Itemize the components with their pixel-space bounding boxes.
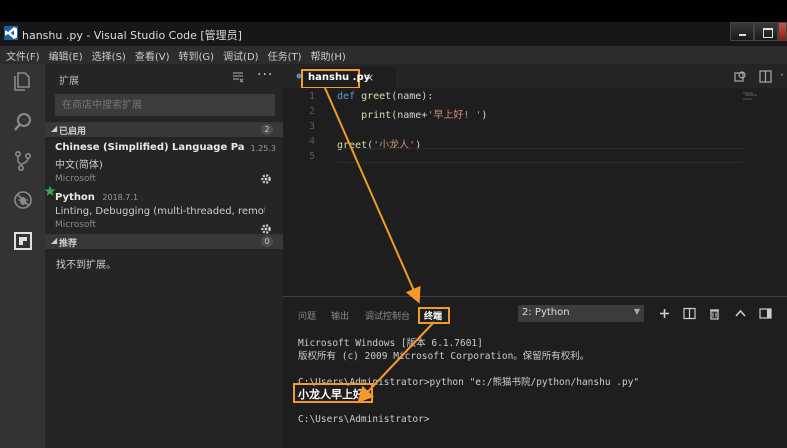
split-editor-icon[interactable]: [759, 70, 772, 83]
maximize-button[interactable]: [754, 22, 778, 41]
menu-help[interactable]: 帮助(H): [311, 48, 346, 63]
line-number: 2: [308, 106, 315, 117]
gear-icon[interactable]: [260, 173, 272, 185]
editor-more-icon[interactable]: ·: [780, 68, 784, 82]
search-icon[interactable]: [12, 111, 34, 133]
editor-tab-bar: hanshu .py × ·: [283, 64, 787, 89]
trash-icon[interactable]: [708, 307, 721, 320]
menu-selection[interactable]: 选择(S): [92, 48, 126, 63]
chevron-up-icon[interactable]: [734, 307, 747, 320]
more-actions-icon[interactable]: ···: [257, 67, 273, 83]
close-window-button[interactable]: [778, 22, 787, 41]
extension-version: 2018.7.1: [102, 193, 139, 202]
line-number: 3: [308, 121, 315, 132]
extensions-sidebar: 扩展 ··· ◢ 已启用 2 Chinese (Simplified) Lang…: [44, 64, 283, 448]
extension-publisher: Microsoft: [55, 174, 96, 184]
section-label: 推荐: [59, 239, 78, 249]
count-badge: 0: [261, 236, 273, 247]
chevron-down-icon: ▼: [633, 307, 640, 316]
collapse-caret-icon: ◢: [51, 124, 58, 133]
sidebar-title: 扩展: [59, 76, 79, 87]
source-control-icon[interactable]: [12, 150, 34, 172]
code-line: 3: [283, 121, 763, 136]
no-extensions-text: 找不到扩展。: [56, 260, 116, 271]
extension-item-chinese-pack[interactable]: Chinese (Simplified) Language Pack f... …: [55, 142, 280, 184]
extension-description: Linting, Debugging (multi-threaded, remo…: [55, 206, 265, 217]
code-text: print(name+'早上好! '): [337, 110, 488, 121]
menu-edit[interactable]: 编辑(E): [49, 48, 83, 63]
code-text: def greet(name):: [337, 91, 434, 102]
debug-icon[interactable]: [12, 189, 34, 211]
collapse-caret-icon: ◢: [51, 236, 58, 245]
code-line: 5: [283, 151, 763, 166]
minimap[interactable]: [743, 92, 757, 100]
recommended-section-header[interactable]: ◢ 推荐 0: [45, 234, 283, 249]
menu-debug[interactable]: 调试(D): [223, 48, 259, 63]
minimize-button[interactable]: [730, 22, 754, 41]
terminal-line: Microsoft Windows [版本 6.1.7601]: [298, 338, 483, 349]
extension-publisher: Microsoft: [55, 220, 96, 230]
line-number: 4: [308, 136, 315, 147]
menu-view[interactable]: 查看(V): [135, 48, 170, 63]
menu-bar: 文件(F) 编辑(E) 选择(S) 查看(V) 转到(G) 调试(D) 任务(T…: [0, 46, 787, 64]
files-icon[interactable]: [12, 70, 34, 92]
extension-name: Chinese (Simplified) Language Pack f...: [55, 142, 245, 153]
extension-name: Python: [55, 192, 95, 203]
tab-label: hanshu .py: [308, 72, 371, 83]
vscode-logo-icon: [4, 26, 18, 40]
extension-item-python[interactable]: Python 2018.7.1 Linting, Debugging (mult…: [55, 192, 280, 234]
extension-description: 中文(简体): [55, 160, 103, 171]
tab-close-icon[interactable]: ×: [365, 71, 374, 84]
line-number: 5: [308, 151, 315, 162]
line-number: 1: [308, 91, 315, 102]
code-editor[interactable]: 1 def greet(name): 2 print(name+'早上好! ')…: [283, 88, 787, 296]
terminal-select-value: 2: Python: [522, 307, 570, 318]
menu-file[interactable]: 文件(F): [6, 48, 40, 63]
tab-problems[interactable]: 问题: [298, 309, 316, 322]
terminal-prompt[interactable]: C:\Users\Administrator>: [298, 414, 430, 425]
bottom-panel: 问题 输出 调试控制台 终端 2: Python ▼ Microsoft Win…: [283, 296, 787, 448]
tab-output[interactable]: 输出: [331, 309, 349, 322]
code-line: 1 def greet(name):: [283, 91, 763, 106]
activity-bar: [0, 64, 45, 448]
terminal-select[interactable]: 2: Python ▼: [518, 305, 644, 322]
section-label: 已启用: [59, 127, 87, 137]
extension-name-row: Python 2018.7.1: [55, 192, 280, 203]
close-panel-icon[interactable]: [759, 307, 772, 320]
code-line: 2 print(name+'早上好! '): [283, 106, 763, 121]
tab-hanshu-py[interactable]: hanshu .py ×: [296, 67, 396, 89]
extension-version: 1.25.3: [250, 144, 276, 153]
title-bar: hanshu .py - Visual Studio Code [管理员]: [0, 0, 787, 46]
extension-search-input[interactable]: [55, 94, 275, 116]
menu-go[interactable]: 转到(G): [179, 48, 215, 63]
open-changes-icon[interactable]: [734, 70, 747, 83]
clear-extensions-icon[interactable]: [231, 70, 245, 84]
terminal-output: 小龙人早上好!: [298, 388, 370, 401]
menu-tasks[interactable]: 任务(T): [268, 48, 302, 63]
terminal-line: 版权所有 (c) 2009 Microsoft Corporation。保留所有…: [298, 351, 590, 362]
enabled-section-header[interactable]: ◢ 已启用 2: [45, 122, 283, 137]
extensions-icon[interactable]: [12, 230, 34, 252]
split-terminal-icon[interactable]: [683, 307, 696, 320]
tab-terminal[interactable]: 终端: [424, 309, 442, 322]
count-badge: 2: [261, 124, 273, 135]
tab-debug-console[interactable]: 调试控制台: [365, 309, 410, 322]
window-title: hanshu .py - Visual Studio Code [管理员]: [22, 29, 242, 42]
new-terminal-icon[interactable]: [658, 307, 671, 320]
